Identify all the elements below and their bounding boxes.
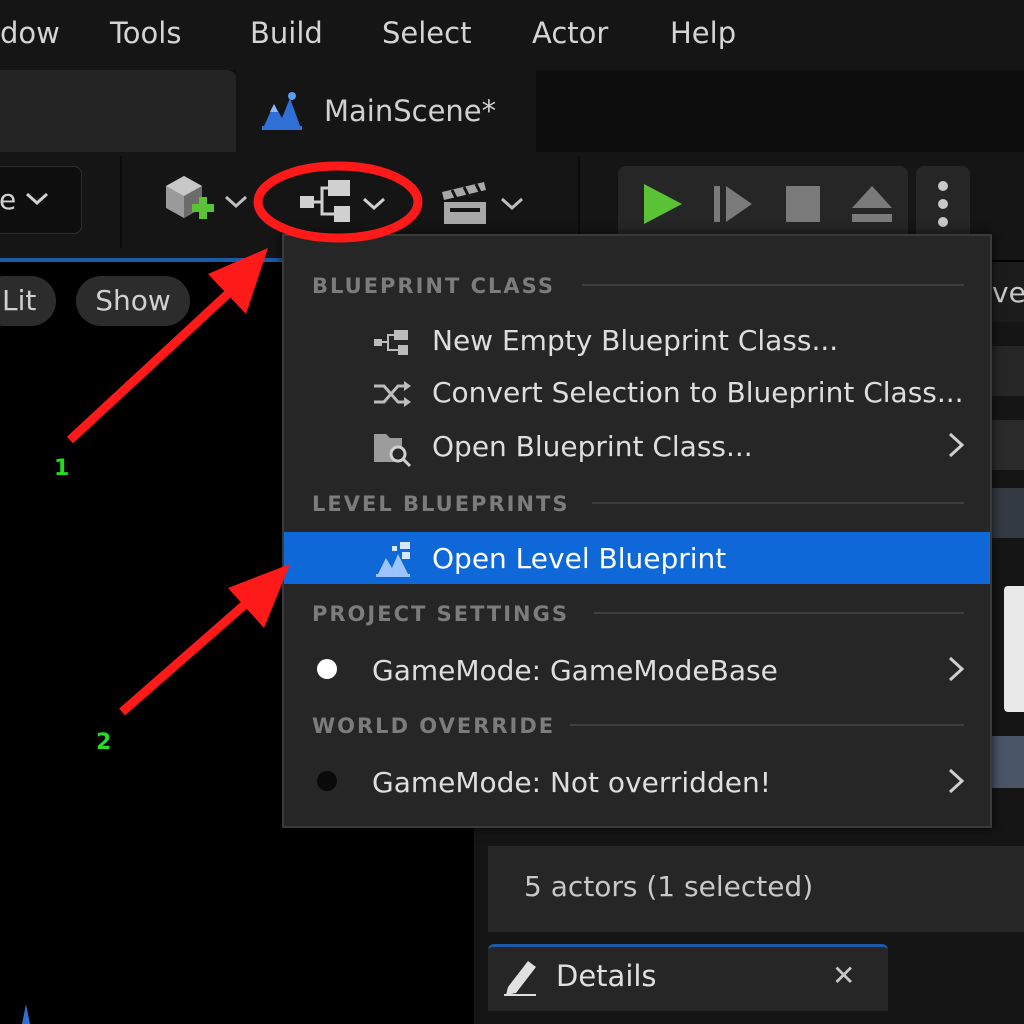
level-icon [262,92,302,130]
frame-advance-icon[interactable] [712,182,754,226]
vertical-dots-icon [938,181,948,227]
axis-gizmo-icon [22,1004,30,1024]
menu-item-label: New Empty Blueprint Class... [432,324,839,357]
blueprints-toolbar-button[interactable] [296,174,392,230]
document-tab-row: MainScene* [0,70,1024,152]
menu-item-open-blueprint-class[interactable]: Open Blueprint Class... [284,420,990,472]
play-icon[interactable] [640,182,684,226]
stop-icon[interactable] [784,184,822,224]
outliner-header-text: ve [992,276,1024,309]
lit-button[interactable]: Lit [0,276,56,326]
chevron-down-icon [500,197,524,211]
mode-select-text: e [0,183,17,216]
eject-icon[interactable] [850,182,894,226]
outliner-row-selected[interactable] [990,736,1024,788]
actor-count-label: 5 actors (1 selected) [524,870,814,903]
shuffle-icon [374,381,411,407]
black-dot-icon [317,771,337,791]
blueprint-icon [374,330,408,355]
section-header-world-override: WORLD OVERRIDE [312,714,556,738]
menu-build[interactable]: Build [250,16,323,50]
section-divider [570,724,964,726]
chevron-down-icon [362,197,386,211]
menu-actor[interactable]: Actor [532,16,608,50]
menu-item-label: Open Level Blueprint [432,542,727,575]
details-tab-label: Details [556,959,657,993]
section-header-project-settings: PROJECT SETTINGS [312,602,569,626]
blueprint-icon [300,180,350,222]
menu-item-convert-selection[interactable]: Convert Selection to Blueprint Class... [284,366,990,418]
lit-label: Lit [2,284,37,317]
tab-previous[interactable] [0,70,236,152]
outliner-footer: 5 actors (1 selected) [488,846,1024,932]
white-dot-icon [317,659,337,679]
tab-label: MainScene* [324,94,497,128]
section-header-level-blueprints: LEVEL BLUEPRINTS [312,492,570,516]
cinematics-button[interactable] [438,174,528,230]
menu-item-gamemode-project[interactable]: GameMode: GameModeBase [284,644,990,696]
chevron-right-icon [948,768,965,794]
close-icon[interactable]: ✕ [832,959,855,992]
more-options-button[interactable] [916,166,970,240]
section-header-blueprint-class: BLUEPRINT CLASS [312,274,555,298]
chevron-down-icon [224,195,248,209]
chevron-right-icon [948,656,965,682]
play-controls [618,166,908,240]
level-blueprint-icon [376,542,410,577]
blueprints-dropdown-menu: BLUEPRINT CLASS New Empty Blueprint Clas… [282,234,992,828]
outliner-column-header [990,420,1024,470]
details-tab[interactable]: Details ✕ [488,944,888,1011]
section-divider [594,612,964,614]
menu-select[interactable]: Select [382,16,471,50]
add-cube-icon [166,176,214,219]
clapperboard-icon [442,182,486,224]
menu-item-gamemode-world[interactable]: GameMode: Not overridden! [284,756,990,808]
mode-select[interactable]: e [0,166,82,234]
menu-bar: dow Tools Build Select Actor Help [0,0,1024,70]
menu-item-new-empty-blueprint[interactable]: New Empty Blueprint Class... [284,314,990,366]
menu-item-open-level-blueprint[interactable]: Open Level Blueprint [284,532,990,584]
section-divider [592,502,964,504]
outliner-row-swatch [1004,586,1024,712]
outliner-search[interactable] [990,346,1024,396]
menu-window[interactable]: dow [0,16,60,50]
menu-item-label: GameMode: GameModeBase [372,654,778,687]
menu-item-label: Open Blueprint Class... [432,430,753,463]
section-divider [582,284,964,286]
show-label: Show [95,284,171,317]
add-actor-button[interactable] [158,170,248,236]
menu-tools[interactable]: Tools [110,16,181,50]
outliner-header: ve [990,262,1024,322]
outliner-row[interactable] [990,488,1024,538]
toolbar-separator [120,156,122,248]
chevron-right-icon [948,432,965,458]
pencil-icon [504,961,536,996]
menu-item-label: Convert Selection to Blueprint Class... [432,376,964,409]
chevron-down-icon [25,192,49,206]
menu-help[interactable]: Help [670,16,736,50]
folder-search-icon [374,434,412,468]
tab-mainscene[interactable]: MainScene* [236,70,536,152]
menu-item-label: GameMode: Not overridden! [372,766,771,799]
step-number-2: 2 [96,730,112,755]
step-number-1: 1 [54,456,70,481]
show-button[interactable]: Show [76,276,190,326]
